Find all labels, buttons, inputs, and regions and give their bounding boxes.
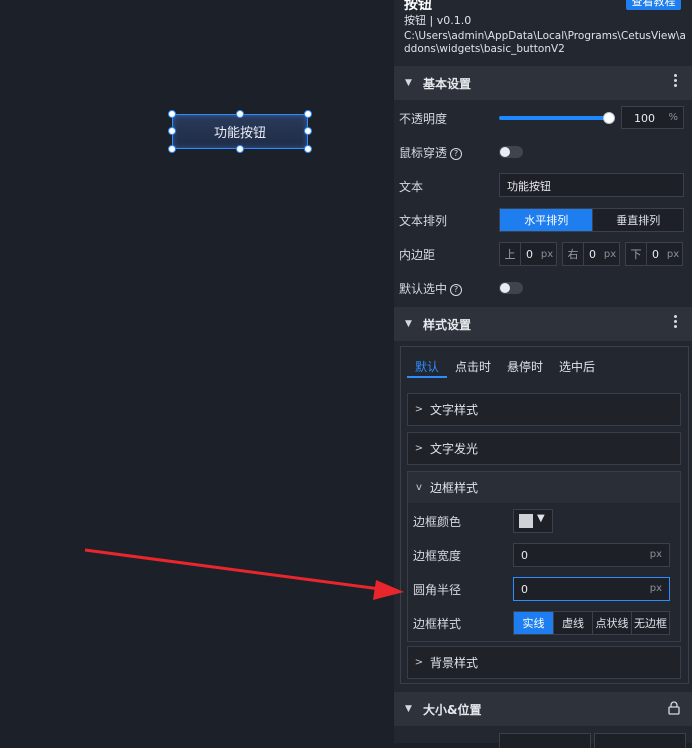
accordion-text-style[interactable]: > 文字样式: [407, 393, 681, 426]
border-width-input[interactable]: 0 px: [513, 543, 670, 567]
layout-vertical[interactable]: 垂直排列: [592, 209, 683, 231]
tab-default[interactable]: 默认: [415, 358, 439, 375]
section-title: 大小&位置: [423, 702, 482, 717]
border-line-style-label: 边框样式: [413, 617, 462, 631]
help-icon[interactable]: ?: [450, 284, 463, 296]
padding-label: 内边距: [399, 248, 436, 262]
widget-version: 按钮 | v0.1.0: [404, 14, 472, 27]
widget-path: C:\Users\admin\AppData\Local\Programs\Ce…: [404, 30, 686, 55]
resize-handle-ne[interactable]: [304, 110, 312, 118]
height-input[interactable]: [594, 733, 686, 748]
line-dashed[interactable]: 虚线: [553, 612, 592, 634]
tutorial-button[interactable]: 查看教程: [626, 0, 681, 10]
resize-handle-s[interactable]: [236, 145, 244, 153]
lock-icon[interactable]: [668, 701, 680, 715]
resize-handle-n[interactable]: [236, 110, 244, 118]
caret-down-icon: ▼: [405, 78, 412, 88]
more-vertical-icon[interactable]: [674, 74, 678, 89]
line-solid[interactable]: 实线: [514, 612, 553, 634]
border-line-style-segmented[interactable]: 实线 虚线 点状线 无边框: [513, 611, 670, 635]
resize-handle-se[interactable]: [304, 145, 312, 153]
padding-bottom-input[interactable]: 下 0 px: [625, 242, 683, 266]
border-radius-label: 圆角半径: [413, 583, 462, 597]
padding-right-input[interactable]: 右 0 px: [562, 242, 620, 266]
caret-down-icon: ▼: [405, 704, 412, 714]
design-canvas[interactable]: 功能按钮: [0, 0, 394, 743]
line-dotted[interactable]: 点状线: [592, 612, 631, 634]
section-size-position[interactable]: ▼ 大小&位置: [394, 692, 692, 726]
section-basic-settings[interactable]: ▼ 基本设置: [394, 66, 692, 100]
padding-top-input[interactable]: 上 0 px: [499, 242, 557, 266]
active-tab-underline: [407, 376, 447, 378]
width-input[interactable]: [499, 733, 591, 748]
canvas-button-widget[interactable]: 功能按钮: [172, 114, 308, 149]
border-width-label: 边框宽度: [413, 549, 462, 563]
tab-selected[interactable]: 选中后: [559, 358, 595, 375]
border-color-picker[interactable]: ▼: [513, 509, 553, 533]
accordion-border-style[interactable]: v 边框样式: [407, 471, 681, 504]
caret-down-icon: ▼: [405, 319, 412, 329]
tab-click[interactable]: 点击时: [455, 358, 491, 375]
opacity-label: 不透明度: [399, 112, 448, 126]
opacity-slider-thumb[interactable]: [603, 112, 615, 124]
more-vertical-icon[interactable]: [674, 315, 678, 330]
tab-hover[interactable]: 悬停时: [507, 358, 543, 375]
opacity-input[interactable]: 100 %: [621, 106, 684, 129]
border-radius-input[interactable]: 0 px: [513, 577, 670, 601]
resize-handle-e[interactable]: [304, 127, 312, 135]
caret-down-icon: ▼: [537, 513, 545, 524]
border-color-label: 边框颜色: [413, 515, 462, 529]
text-layout-segmented[interactable]: 水平排列 垂直排列: [499, 208, 684, 232]
opacity-slider-track[interactable]: [499, 116, 612, 120]
mouse-through-toggle[interactable]: [499, 146, 523, 158]
section-title: 样式设置: [423, 317, 472, 332]
section-style-settings[interactable]: ▼ 样式设置: [394, 307, 692, 341]
resize-handle-w[interactable]: [168, 127, 176, 135]
text-input[interactable]: 功能按钮: [499, 173, 684, 197]
chevron-right-icon: >: [414, 404, 424, 415]
resize-handle-sw[interactable]: [168, 145, 176, 153]
accordion-text-glow[interactable]: > 文字发光: [407, 432, 681, 465]
chevron-right-icon: >: [414, 657, 424, 668]
accordion-background-style[interactable]: > 背景样式: [407, 646, 681, 679]
widget-label: 功能按钮: [213, 126, 266, 141]
chevron-down-icon: v: [416, 482, 422, 493]
text-label: 文本: [399, 180, 424, 194]
default-selected-toggle[interactable]: [499, 282, 523, 294]
text-layout-label: 文本排列: [399, 214, 448, 228]
default-selected-label: 默认选中?: [399, 280, 463, 297]
resize-handle-nw[interactable]: [168, 110, 176, 118]
section-title: 基本设置: [423, 76, 472, 91]
layout-horizontal[interactable]: 水平排列: [500, 209, 593, 231]
line-none[interactable]: 无边框: [631, 612, 669, 634]
mouse-through-label: 鼠标穿透?: [399, 144, 463, 161]
color-swatch: [519, 514, 533, 528]
chevron-right-icon: >: [414, 443, 424, 454]
help-icon[interactable]: ?: [450, 148, 463, 160]
